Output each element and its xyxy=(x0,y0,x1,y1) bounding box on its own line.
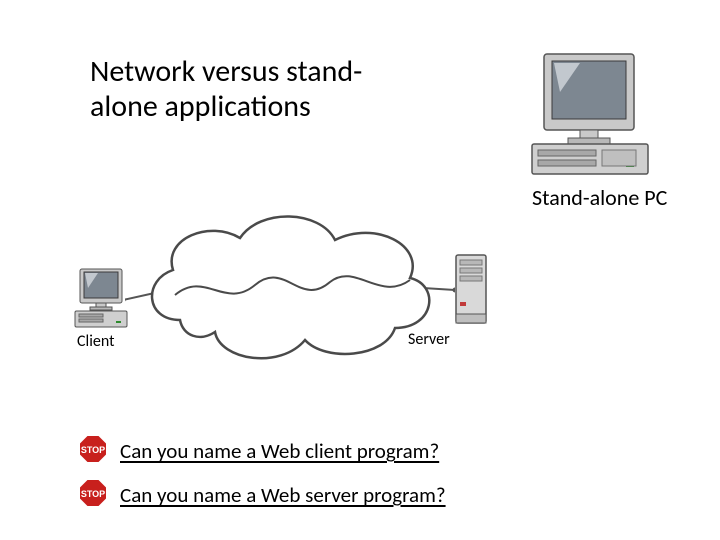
stop-icon: STOP xyxy=(78,434,108,464)
standalone-pc-icon xyxy=(530,52,650,182)
slide: Network versus stand-alone applications … xyxy=(0,0,720,540)
standalone-pc-label: Stand-alone PC xyxy=(532,185,667,210)
stop-icon-text: STOP xyxy=(81,445,105,455)
stop-icon: STOP xyxy=(78,478,108,508)
server-label: Server xyxy=(408,330,450,349)
stop-icon-text: STOP xyxy=(81,489,105,499)
client-label: Client xyxy=(77,332,114,351)
server-icon xyxy=(455,254,487,326)
client-pc-icon xyxy=(74,268,128,330)
question-1: Can you name a Web client program? xyxy=(120,438,439,464)
slide-title: Network versus stand-alone applications xyxy=(90,55,430,124)
question-2: Can you name a Web server program? xyxy=(120,482,446,508)
network-cloud-icon xyxy=(125,200,455,370)
